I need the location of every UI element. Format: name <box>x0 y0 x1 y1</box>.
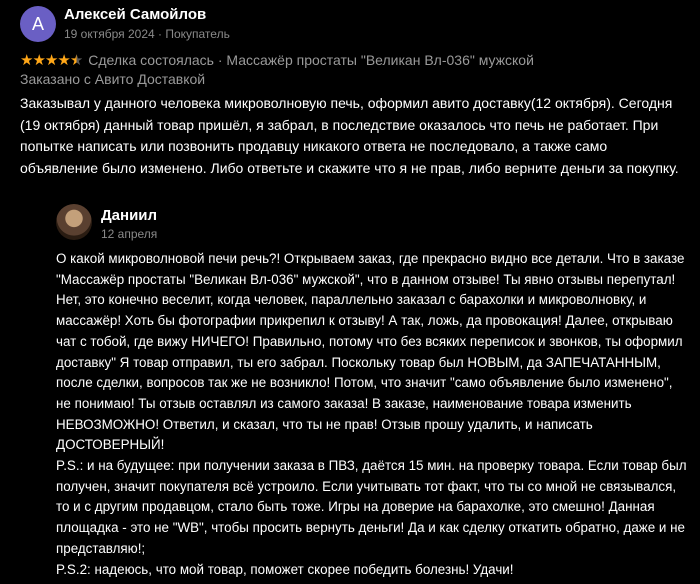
reply-text: О какой микроволновой печи речь?! Открыв… <box>56 249 691 580</box>
star-icon: ★ <box>44 52 58 69</box>
deal-info[interactable]: Сделка состоялась · Массажёр простаты "В… <box>88 52 534 68</box>
reply-paragraph: P.S.2: надеюсь, что мой товар, поможет с… <box>56 561 514 577</box>
reply-paragraph: P.S.: и на будущее: при получении заказа… <box>56 458 687 556</box>
reply-date: 12 апреля <box>101 227 158 241</box>
star-icon: ★ <box>20 52 33 69</box>
reply-author-name[interactable]: Даниил <box>101 207 157 224</box>
seller-avatar[interactable] <box>56 204 92 240</box>
review-author-name[interactable]: Алексей Самойлов <box>64 6 206 23</box>
reply-paragraph: О какой микроволновой печи речь?! Открыв… <box>56 251 685 453</box>
delivery-info: Заказано с Авито Доставкой <box>20 71 206 87</box>
star-icon: ★ <box>32 52 45 69</box>
rating-stars: ★★★★★ <box>20 52 83 69</box>
rating-line: ★★★★★ Сделка состоялась · Массажёр проста… <box>20 51 690 69</box>
avatar[interactable]: A <box>20 6 56 42</box>
review-meta: 19 октября 2024 · Покупатель <box>64 27 230 41</box>
review-card: A Алексей Самойлов 19 октября 2024 · Пок… <box>0 0 700 584</box>
star-icon: ★ <box>57 52 70 69</box>
star-half-icon: ★ <box>69 52 83 69</box>
review-text: Заказывал у данного человека микроволнов… <box>20 95 679 176</box>
